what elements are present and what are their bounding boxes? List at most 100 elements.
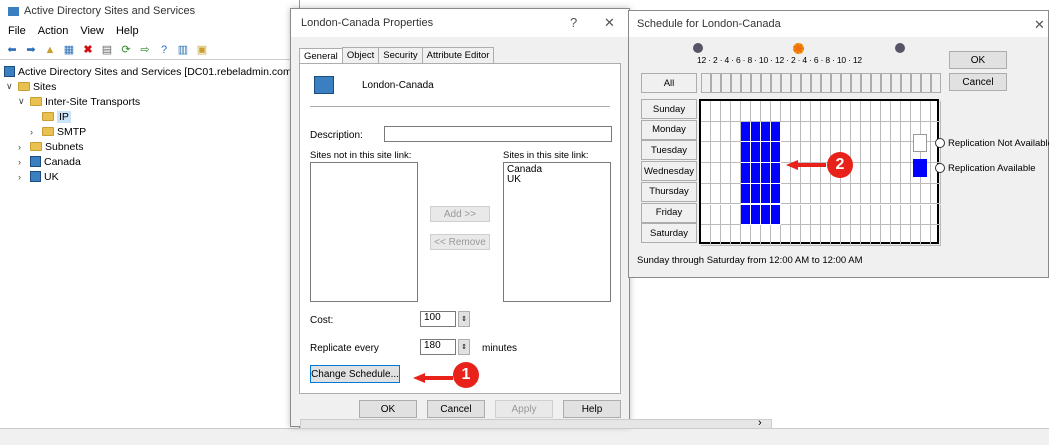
schedule-cell[interactable] <box>831 204 841 226</box>
schedule-cell[interactable] <box>861 142 871 164</box>
hour-column-button[interactable] <box>931 73 941 93</box>
schedule-cell[interactable] <box>721 225 731 246</box>
sites-not-in-list[interactable] <box>310 162 418 302</box>
schedule-cell[interactable] <box>861 183 871 205</box>
schedule-cell[interactable] <box>861 101 871 122</box>
schedule-cell[interactable] <box>831 183 841 205</box>
sites-in-list[interactable]: Canada UK <box>503 162 611 302</box>
schedule-cell[interactable] <box>711 204 721 226</box>
cost-spin-icon[interactable]: ⇕ <box>458 311 470 327</box>
schedule-cell[interactable] <box>761 142 771 164</box>
schedule-cell[interactable] <box>701 142 711 164</box>
schedule-cell[interactable] <box>811 101 821 122</box>
schedule-cell[interactable] <box>891 121 901 143</box>
schedule-cell[interactable] <box>871 101 881 122</box>
schedule-cell[interactable] <box>831 121 841 143</box>
day-button-monday[interactable]: Monday <box>641 119 697 140</box>
schedule-cell[interactable] <box>881 101 891 122</box>
replicate-input[interactable]: 180 <box>420 339 456 355</box>
schedule-cell[interactable] <box>761 204 771 226</box>
schedule-cell[interactable] <box>841 183 851 205</box>
schedule-cancel-button[interactable]: Cancel <box>949 73 1007 91</box>
scroll-right-icon[interactable]: › <box>758 417 762 429</box>
schedule-cell[interactable] <box>771 225 781 246</box>
schedule-cell[interactable] <box>801 183 811 205</box>
chevron-right-icon[interactable]: › <box>18 172 27 182</box>
schedule-cell[interactable] <box>891 101 901 122</box>
change-schedule-button[interactable]: Change Schedule... <box>310 365 400 383</box>
schedule-cell[interactable] <box>731 163 741 184</box>
tab-object[interactable]: Object <box>341 47 380 64</box>
schedule-cell[interactable] <box>751 204 761 226</box>
day-button-thursday[interactable]: Thursday <box>641 181 697 202</box>
schedule-cell[interactable] <box>821 204 831 226</box>
schedule-cell[interactable] <box>871 121 881 143</box>
schedule-cell[interactable] <box>901 142 911 164</box>
hour-column-button[interactable] <box>751 73 761 93</box>
schedule-cell[interactable] <box>931 225 941 246</box>
schedule-cell[interactable] <box>771 163 781 184</box>
schedule-cell[interactable] <box>751 225 761 246</box>
schedule-cell[interactable] <box>901 183 911 205</box>
hour-column-button[interactable] <box>771 73 781 93</box>
schedule-cell[interactable] <box>731 204 741 226</box>
schedule-cell[interactable] <box>751 183 761 205</box>
schedule-cell[interactable] <box>791 204 801 226</box>
menu-help[interactable]: Help <box>116 25 139 37</box>
help-icon[interactable]: ? <box>156 42 172 57</box>
schedule-cell[interactable] <box>921 183 931 205</box>
show-tree-icon[interactable]: ▦ <box>61 42 77 57</box>
help-button-bottom[interactable]: Help <box>563 400 621 418</box>
schedule-cell[interactable] <box>791 183 801 205</box>
apply-button[interactable]: Apply <box>495 400 553 418</box>
day-button-tuesday[interactable]: Tuesday <box>641 140 697 161</box>
tree-ip[interactable]: IP <box>4 109 299 124</box>
chevron-down-icon[interactable]: ∨ <box>6 81 15 92</box>
cancel-button[interactable]: Cancel <box>427 400 485 418</box>
schedule-cell[interactable] <box>921 204 931 226</box>
available-radio[interactable] <box>935 163 945 173</box>
schedule-cell[interactable] <box>711 101 721 122</box>
hour-column-button[interactable] <box>811 73 821 93</box>
schedule-cell[interactable] <box>781 183 791 205</box>
schedule-cell[interactable] <box>801 121 811 143</box>
list-item[interactable]: Canada <box>507 165 610 175</box>
schedule-cell[interactable] <box>711 121 721 143</box>
schedule-cell[interactable] <box>771 183 781 205</box>
schedule-cell[interactable] <box>721 101 731 122</box>
tree-root[interactable]: Active Directory Sites and Services [DC0… <box>4 64 299 79</box>
schedule-cell[interactable] <box>781 121 791 143</box>
schedule-cell[interactable] <box>741 183 751 205</box>
export-icon[interactable]: ⇨ <box>137 42 153 57</box>
day-button-saturday[interactable]: Saturday <box>641 223 697 244</box>
schedule-cell[interactable] <box>701 183 711 205</box>
schedule-cell[interactable] <box>771 121 781 143</box>
schedule-cell[interactable] <box>731 101 741 122</box>
properties-icon[interactable]: ▤ <box>99 42 115 57</box>
schedule-cell[interactable] <box>801 204 811 226</box>
add-button[interactable]: Add >> <box>430 206 490 222</box>
schedule-cell[interactable] <box>701 225 711 246</box>
schedule-cell[interactable] <box>771 204 781 226</box>
chevron-down-icon[interactable]: ∨ <box>18 96 27 107</box>
schedule-cell[interactable] <box>871 225 881 246</box>
hour-column-button[interactable] <box>761 73 771 93</box>
schedule-cell[interactable] <box>821 225 831 246</box>
hour-column-button[interactable] <box>831 73 841 93</box>
help-button[interactable]: ? <box>570 15 577 30</box>
schedule-cell[interactable] <box>811 225 821 246</box>
close-icon[interactable]: ✕ <box>1034 17 1045 33</box>
schedule-cell[interactable] <box>831 225 841 246</box>
schedule-cell[interactable] <box>851 204 861 226</box>
schedule-cell[interactable] <box>781 204 791 226</box>
schedule-cell[interactable] <box>741 142 751 164</box>
schedule-cell[interactable] <box>741 101 751 122</box>
schedule-cell[interactable] <box>821 101 831 122</box>
menu-action[interactable]: Action <box>38 25 69 37</box>
day-button-friday[interactable]: Friday <box>641 202 697 223</box>
schedule-cell[interactable] <box>871 163 881 184</box>
schedule-cell[interactable] <box>931 204 941 226</box>
schedule-cell[interactable] <box>901 121 911 143</box>
schedule-cell[interactable] <box>901 101 911 122</box>
hour-column-button[interactable] <box>861 73 871 93</box>
